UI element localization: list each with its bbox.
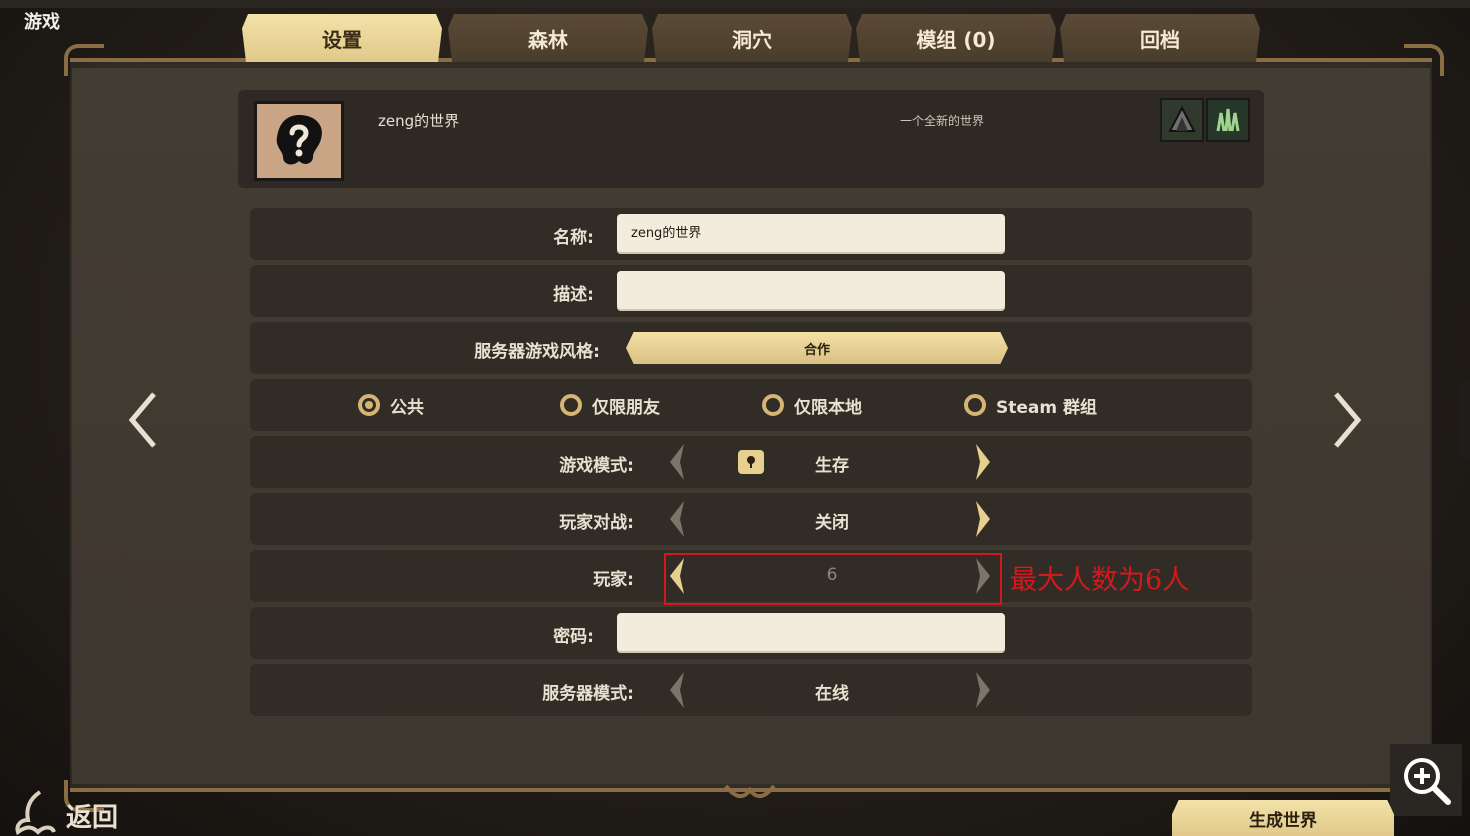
back-arrow-icon [15, 790, 56, 836]
pvp-value: 关闭 [815, 513, 849, 533]
tab-bar: 设置 森林 洞穴 模组 (0) 回档 [242, 14, 1264, 62]
radio-checked-icon [358, 394, 380, 416]
name-label: 名称: [553, 228, 594, 248]
frame-curl-top-right [1404, 44, 1444, 76]
game-settings-screen: 游戏 设置 森林 洞穴 模组 (0) 回档 zeng的世界 一个全新的世界 名称… [0, 0, 1470, 836]
chevron-right-icon [976, 444, 990, 480]
tab-label: 设置 [322, 27, 362, 52]
back-label: 返回 [66, 803, 119, 833]
zoom-in-icon [1404, 758, 1451, 805]
radio-label: 仅限朋友 [592, 397, 660, 418]
chevron-right-icon [976, 672, 990, 708]
password-label: 密码: [553, 627, 594, 647]
pvp-prev-button[interactable] [666, 499, 688, 539]
chevron-right-icon [1334, 392, 1362, 448]
next-page-button[interactable] [1328, 390, 1368, 450]
play-style-label: 服务器游戏风格: [474, 342, 600, 362]
frame-curl-top-left [64, 44, 104, 76]
game-mode-label: 游戏模式: [559, 456, 634, 476]
tab-rollback[interactable]: 回档 [1060, 14, 1260, 62]
world-name: zeng的世界 [378, 112, 460, 130]
prev-page-button[interactable] [122, 390, 162, 450]
description-input[interactable] [617, 271, 1005, 311]
pvp-next-button[interactable] [972, 499, 994, 539]
tab-caves[interactable]: 洞穴 [652, 14, 852, 62]
radio-label: 公共 [390, 397, 424, 418]
radio-unchecked-icon [560, 394, 582, 416]
game-mode-prev-button[interactable] [666, 442, 688, 482]
password-input[interactable] [617, 613, 1005, 653]
privacy-public-radio[interactable]: 公共 [358, 389, 424, 421]
tab-mods[interactable]: 模组 (0) [856, 14, 1056, 62]
server-mode-value: 在线 [815, 684, 849, 704]
world-card [238, 90, 1264, 188]
players-label: 玩家: [593, 570, 634, 590]
top-strip [0, 0, 1470, 8]
game-mode-next-button[interactable] [972, 442, 994, 482]
server-mode-next-button[interactable] [972, 670, 994, 710]
max-players-annotation: 最大人数为6人 [1010, 565, 1190, 596]
privacy-local-radio[interactable]: 仅限本地 [762, 389, 862, 421]
name-input[interactable]: zeng的世界 [617, 214, 1005, 254]
game-mode-value: 生存 [815, 456, 849, 476]
tab-label: 洞穴 [732, 27, 772, 52]
server-mode-label: 服务器模式: [542, 684, 634, 704]
radio-label: Steam 群组 [996, 397, 1098, 418]
zoom-in-button[interactable] [1390, 744, 1462, 816]
question-mark-face-icon [276, 115, 322, 165]
play-style-value: 合作 [803, 342, 830, 358]
tab-label: 回档 [1140, 27, 1180, 52]
tab-label: 森林 [528, 27, 568, 52]
description-label: 描述: [553, 285, 594, 305]
generate-world-label: 生成世界 [1249, 810, 1317, 831]
privacy-steam-group-radio[interactable]: Steam 群组 [964, 389, 1097, 421]
radio-label: 仅限本地 [794, 397, 862, 418]
screen-title: 游戏 [24, 12, 60, 33]
server-mode-prev-button[interactable] [666, 670, 688, 710]
tab-label: 模组 (0) [916, 27, 996, 52]
tab-forest[interactable]: 森林 [448, 14, 648, 62]
chevron-left-icon [670, 672, 684, 708]
chevron-left-icon [128, 392, 156, 448]
play-style-button[interactable]: 合作 [626, 332, 1008, 364]
back-button[interactable]: 返回 [10, 782, 118, 836]
forest-shard-icon [1160, 98, 1204, 142]
chevron-left-icon [670, 444, 684, 480]
chevron-left-icon [670, 501, 684, 537]
world-description: 一个全新的世界 [900, 114, 985, 128]
bottom-ornament-icon [720, 780, 780, 806]
players-highlight-box [664, 553, 1002, 605]
chevron-right-icon [976, 501, 990, 537]
radio-unchecked-icon [964, 394, 986, 416]
world-avatar[interactable] [254, 101, 344, 181]
side-drawer-handle[interactable] [1458, 382, 1470, 458]
radio-unchecked-icon [762, 394, 784, 416]
pvp-label: 玩家对战: [559, 513, 634, 533]
generate-world-button[interactable]: 生成世界 [1172, 800, 1394, 836]
privacy-friends-radio[interactable]: 仅限朋友 [560, 389, 660, 421]
tab-settings[interactable]: 设置 [242, 14, 442, 62]
cave-shard-icon [1206, 98, 1250, 142]
